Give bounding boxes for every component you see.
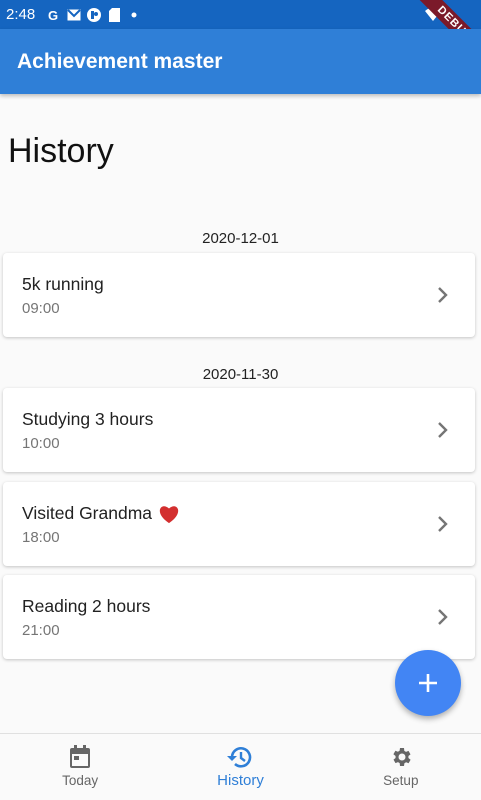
- card-title-text: Reading 2 hours: [22, 596, 151, 616]
- nav-item-setup[interactable]: Setup: [321, 734, 481, 800]
- chevron-right-icon: [438, 516, 448, 532]
- history-card[interactable]: Reading 2 hours 21:00: [3, 575, 475, 659]
- card-time: 18:00: [22, 529, 60, 546]
- app-icon: [87, 7, 102, 22]
- history-icon: [227, 747, 252, 768]
- card-time: 10:00: [22, 435, 60, 452]
- heart-icon: [159, 505, 179, 523]
- status-time: 2:48: [6, 6, 36, 23]
- calendar-icon: [70, 745, 91, 768]
- card-title: Reading 2 hours: [22, 596, 150, 617]
- date-header: 2020-11-30: [202, 366, 279, 383]
- gear-icon: [393, 748, 411, 766]
- date-header: 2020-12-01: [202, 230, 279, 247]
- app-title: Achievement master: [17, 49, 223, 73]
- nav-item-history[interactable]: History: [160, 734, 320, 800]
- svg-text:G: G: [48, 8, 58, 22]
- nav-label-setup: Setup: [383, 773, 419, 788]
- dot-icon: [127, 8, 141, 22]
- app-bar: Achievement master: [0, 29, 481, 94]
- nav-item-today[interactable]: Today: [0, 734, 160, 800]
- page-title: History: [8, 132, 114, 170]
- card-time: 09:00: [22, 300, 60, 317]
- gmail-icon: [67, 8, 81, 22]
- card-time: 21:00: [22, 622, 60, 639]
- card-title-text: Visited Grandma: [22, 503, 153, 523]
- plus-icon: [419, 674, 437, 692]
- card-title-text: 5k running: [22, 274, 104, 294]
- chevron-right-icon: [438, 609, 448, 625]
- nav-label-history: History: [217, 772, 264, 789]
- sd-card-icon: [107, 7, 121, 22]
- chevron-right-icon: [438, 287, 448, 303]
- bottom-navigation: Today History Setup: [0, 733, 481, 800]
- history-card[interactable]: 5k running 09:00: [3, 253, 475, 337]
- history-card[interactable]: Visited Grandma 18:00: [3, 482, 475, 566]
- history-card[interactable]: Studying 3 hours 10:00: [3, 388, 475, 472]
- chevron-right-icon: [438, 422, 448, 438]
- card-title: 5k running: [22, 274, 104, 295]
- status-bar: 2:48 G DEBUG: [0, 0, 481, 66]
- card-title-text: Studying 3 hours: [22, 409, 154, 429]
- add-achievement-button[interactable]: [395, 650, 461, 716]
- card-title: Visited Grandma: [22, 503, 180, 524]
- google-icon: G: [47, 8, 61, 22]
- card-title: Studying 3 hours: [22, 409, 153, 430]
- nav-label-today: Today: [62, 773, 99, 788]
